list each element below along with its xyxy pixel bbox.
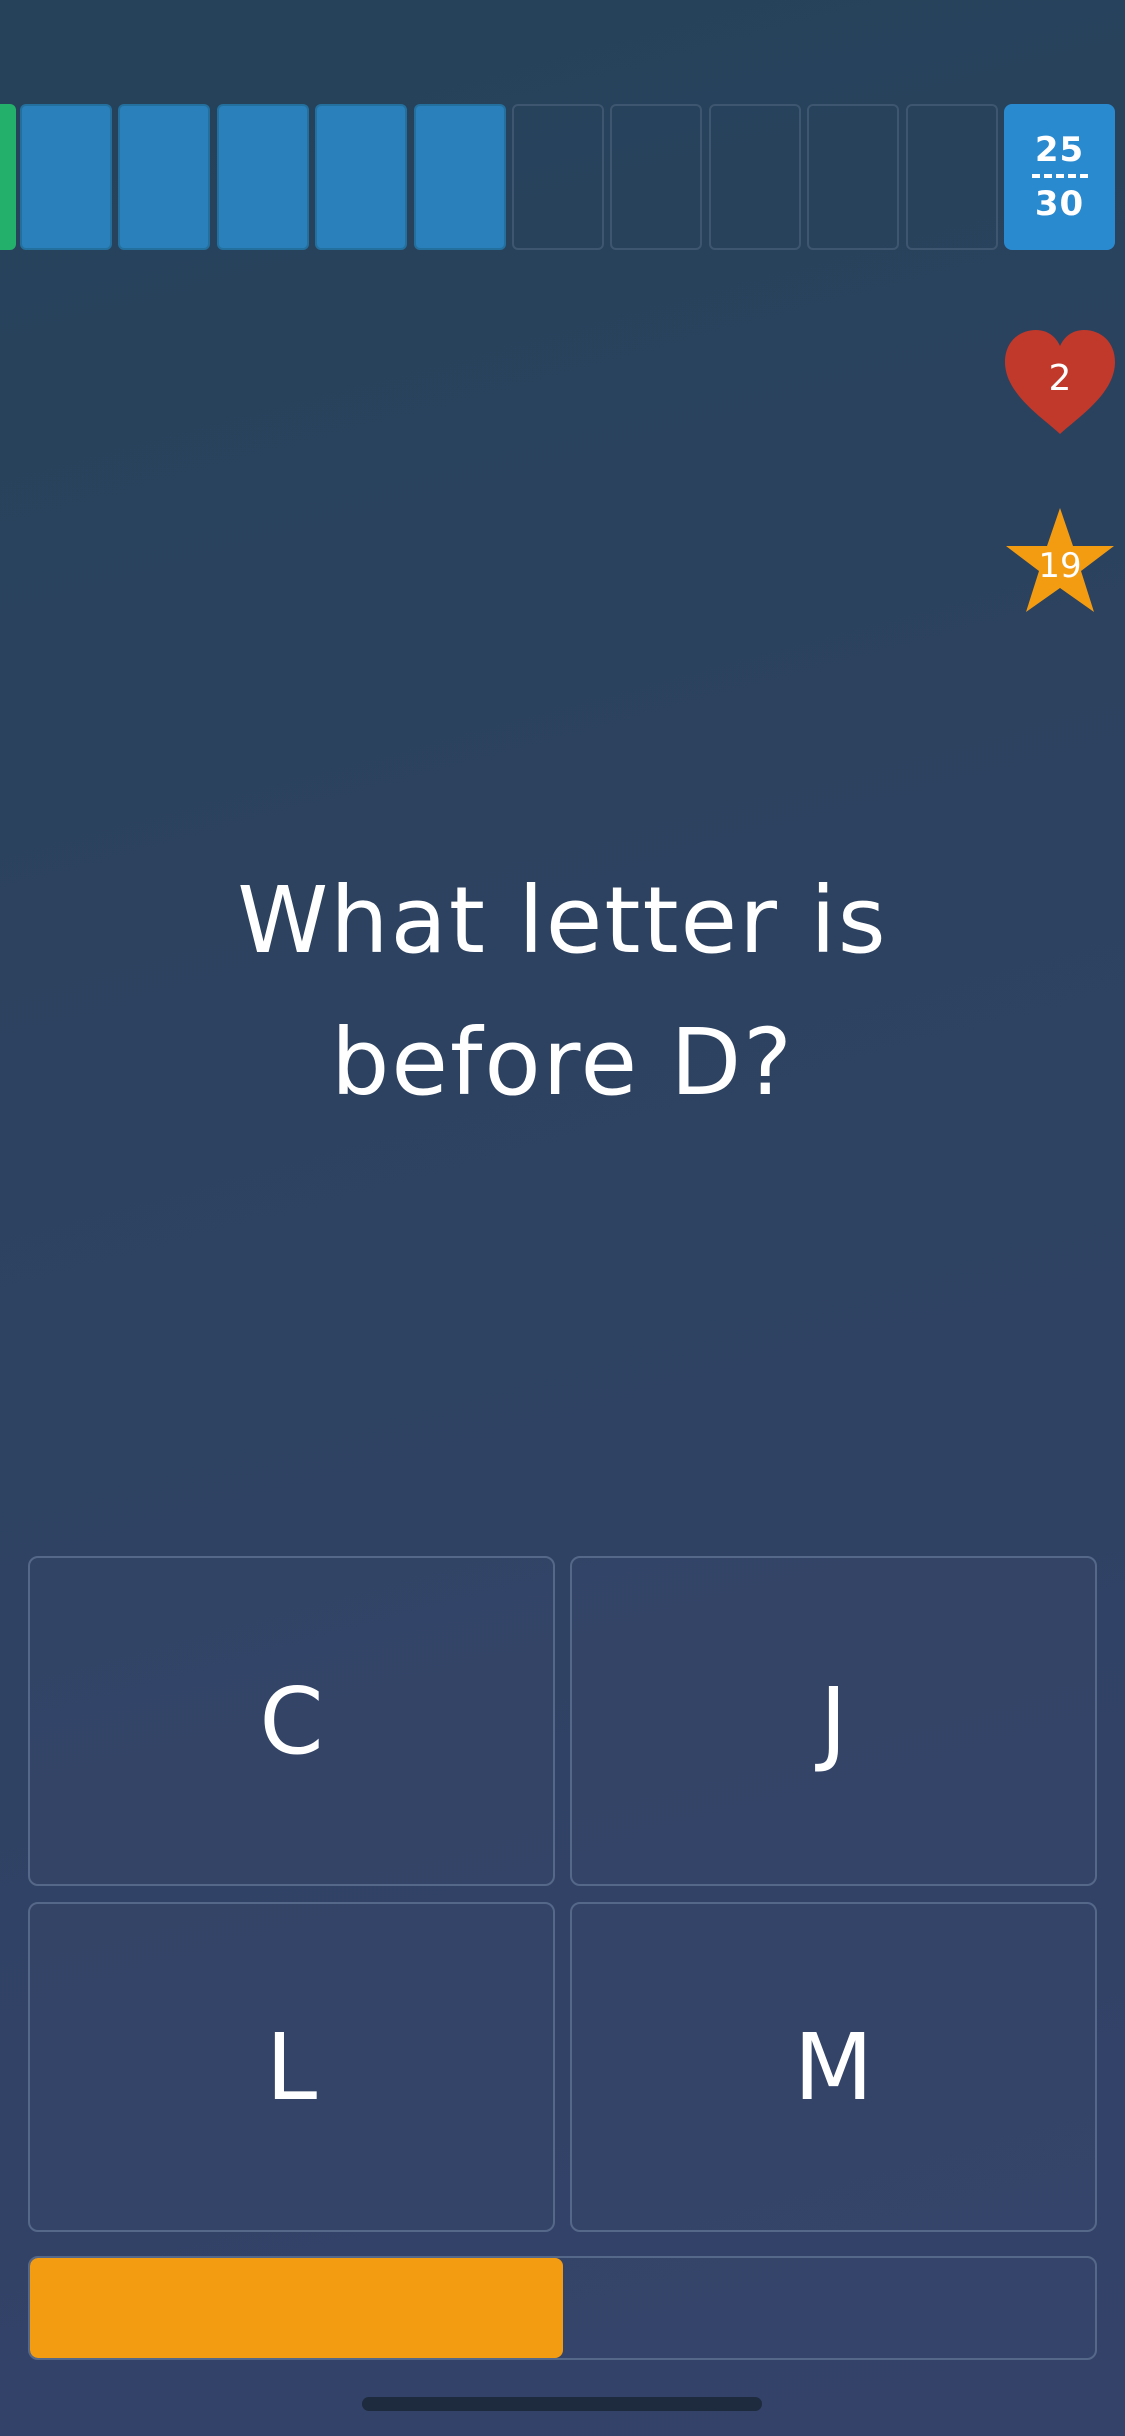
lives-count: 2 (1048, 358, 1072, 399)
progress-cell-done (414, 104, 506, 250)
progress-cell-pending (512, 104, 604, 250)
question-line-1: What letter is (237, 867, 888, 974)
progress-cell-pending (906, 104, 998, 250)
timer-fill (30, 2258, 563, 2358)
progress-cell-done (118, 104, 210, 250)
answer-option-m[interactable]: M (570, 1902, 1097, 2232)
answer-label: J (819, 1667, 848, 1775)
stars-badge: 19 (1003, 506, 1117, 616)
answer-label: L (265, 2013, 318, 2121)
timer-bar (28, 2256, 1097, 2360)
progress-cell-done (217, 104, 309, 250)
question-text: What letter is before D? (160, 850, 965, 1134)
progress-cell-pending (709, 104, 801, 250)
answer-option-c[interactable]: C (28, 1556, 555, 1886)
answer-label: M (793, 2013, 874, 2121)
progress-cell-correct (0, 104, 16, 250)
question-counter: 25 30 (1004, 104, 1115, 250)
answer-option-j[interactable]: J (570, 1556, 1097, 1886)
answer-option-l[interactable]: L (28, 1902, 555, 2232)
question-counter-current: 25 (1034, 130, 1085, 170)
lives-badge: 2 (1003, 328, 1117, 438)
fraction-line (1031, 174, 1088, 178)
progress-cell-pending (610, 104, 702, 250)
question-progress-strip (0, 104, 1125, 250)
progress-cell-done (20, 104, 112, 250)
progress-cell-done (315, 104, 407, 250)
stars-count: 19 (1038, 546, 1082, 586)
question-line-2: before D? (331, 1009, 794, 1116)
answer-label: C (259, 1667, 324, 1775)
progress-cell-pending (807, 104, 899, 250)
question-counter-total: 30 (1034, 184, 1085, 224)
home-indicator[interactable] (362, 2397, 762, 2411)
